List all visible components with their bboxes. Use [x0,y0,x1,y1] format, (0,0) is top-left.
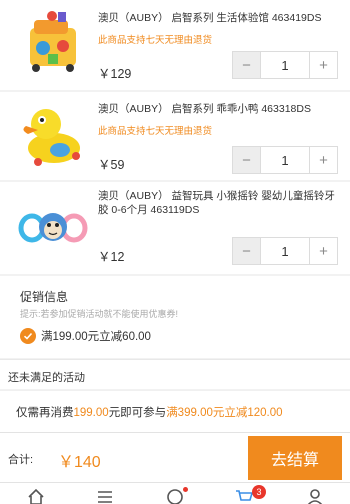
cart-item: 澳贝（AUBY） 启智系列 生活体验馆 463419DS 此商品支持七天无理由退… [0,0,350,90]
home-icon[interactable] [26,487,46,504]
yellow-duck-toy-image[interactable] [18,100,88,170]
decrease-button[interactable]: − [233,147,261,173]
item-title[interactable]: 澳贝（AUBY） 启智系列 生活体验馆 463419DS [98,11,338,25]
baby-activity-cube-toy-image[interactable] [18,6,88,76]
unmet-activities-header: 还未满足的活动 [0,359,350,389]
notification-dot [183,487,188,492]
quantity-input[interactable]: 1 [261,52,309,78]
unmet-mid: 元即可参与 [108,407,167,419]
promotion-option[interactable]: 满199.00元立减60.00 [20,328,151,344]
unmet-amount: 199.00 [73,407,109,419]
unmet-activities-title: 还未满足的活动 [8,372,85,384]
promotion-option-label: 满199.00元立减60.00 [41,331,151,343]
cart-badge: 3 [252,485,266,499]
unmet-activity-row[interactable]: 仅需再消费199.00元即可参与满399.00元立减120.00 [0,390,350,432]
item-price: ￥129 [98,67,132,81]
quantity-stepper: − 1 + [232,51,338,79]
unmet-prefix: 仅需再消费 [16,407,74,419]
item-price: ￥59 [98,158,125,172]
promotion-section: 促销信息 提示:若参加促销活动就不能使用优惠券! 满199.00元立减60.00 [0,276,350,358]
profile-icon[interactable] [305,487,325,504]
total-amount: ￥140 [58,454,101,471]
quantity-stepper: − 1 + [232,146,338,174]
unmet-offer: 满399.00元立减120.00 [166,407,283,419]
quantity-input[interactable]: 1 [261,238,309,264]
checkout-bar: 合计: ￥140 去结算 [0,432,350,482]
quantity-stepper: − 1 + [232,237,338,265]
quantity-input[interactable]: 1 [261,147,309,173]
promotion-title: 促销信息 [20,290,69,304]
check-icon[interactable] [20,328,36,344]
unmet-activity-text: 仅需再消费199.00元即可参与满399.00元立减120.00 [16,404,283,420]
checkout-button[interactable]: 去结算 [248,436,342,480]
category-icon[interactable] [95,487,115,504]
cart-item: 澳贝（AUBY） 启智系列 乖乖小鸭 463318DS 此商品支持七天无理由退货… [0,92,350,180]
bottom-tab-bar: 3 [0,482,350,504]
item-title[interactable]: 澳贝（AUBY） 益智玩具 小猴摇铃 婴幼儿童摇铃牙胶 0-6个月 463119… [98,189,338,217]
increase-button[interactable]: + [309,238,337,264]
increase-button[interactable]: + [309,52,337,78]
increase-button[interactable]: + [309,147,337,173]
total-label: 合计: [8,454,34,466]
cart-icon[interactable] [234,487,254,504]
promotion-hint: 提示:若参加促销活动就不能使用优惠券! [20,309,179,319]
return-policy-note: 此商品支持七天无理由退货 [98,126,213,137]
compass-icon[interactable] [165,487,185,504]
monkey-rattle-teether-image[interactable] [18,192,88,262]
decrease-button[interactable]: − [233,52,261,78]
cart-item: 澳贝（AUBY） 益智玩具 小猴摇铃 婴幼儿童摇铃牙胶 0-6个月 463119… [0,182,350,274]
return-policy-note: 此商品支持七天无理由退货 [98,35,213,46]
decrease-button[interactable]: − [233,238,261,264]
item-price: ￥12 [98,250,125,264]
item-title[interactable]: 澳贝（AUBY） 启智系列 乖乖小鸭 463318DS [98,102,338,116]
